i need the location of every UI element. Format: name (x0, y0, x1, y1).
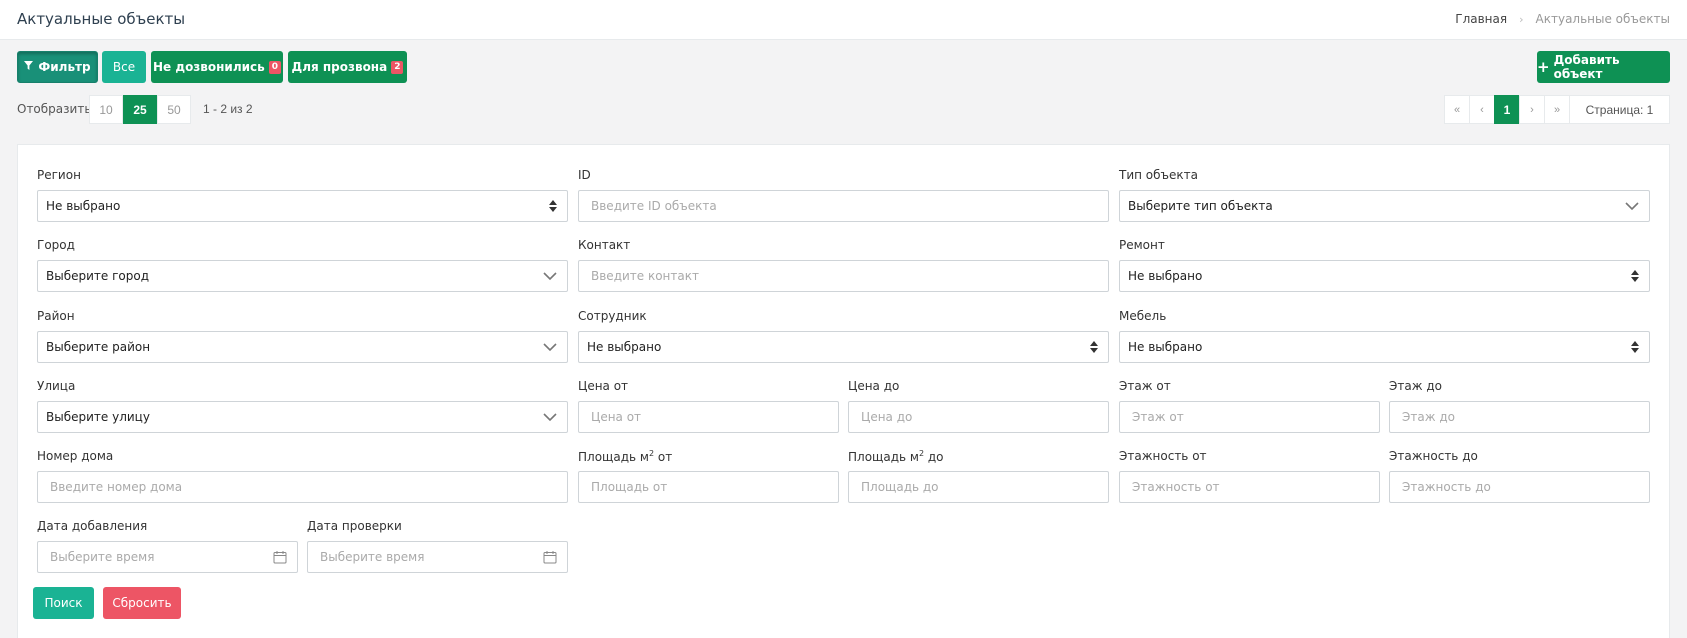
floors-from-label: Этажность от (1119, 449, 1207, 463)
price-to-label: Цена до (848, 379, 900, 393)
district-label: Район (37, 309, 75, 323)
no-call-count-badge: 0 (268, 60, 281, 74)
date-checked-input[interactable]: Выберите время (307, 541, 568, 573)
id-label: ID (578, 168, 591, 182)
to-call-count-badge: 2 (391, 60, 404, 74)
chevron-down-icon (543, 343, 557, 352)
contact-input[interactable]: Введите контакт (578, 260, 1109, 292)
sort-caret-icon (549, 200, 557, 213)
pagination: « ‹ 1 › » Страница: 1 (1444, 95, 1670, 124)
floors-to-label: Этажность до (1389, 449, 1478, 463)
furniture-label: Мебель (1119, 309, 1167, 323)
region-label: Регион (37, 168, 81, 182)
page-header: Актуальные объекты Главная › Актуальные … (0, 0, 1687, 40)
street-label: Улица (37, 379, 76, 393)
chevron-down-icon (543, 413, 557, 422)
city-label: Город (37, 238, 75, 252)
date-added-placeholder: Выберите время (50, 550, 155, 564)
employee-label: Сотрудник (578, 309, 647, 323)
add-object-button-label: Добавить объект (1553, 53, 1620, 81)
date-checked-label: Дата проверки (307, 519, 402, 533)
page-1-button[interactable]: 1 (1494, 95, 1520, 124)
repair-label: Ремонт (1119, 238, 1165, 252)
furniture-select-value: Не выбрано (1128, 340, 1203, 354)
district-select[interactable]: Выберите район (37, 331, 568, 363)
to-call-button-label: Для прозвона (291, 60, 388, 74)
reset-button[interactable]: Сбросить (103, 587, 181, 619)
price-from-label: Цена от (578, 379, 629, 393)
no-call-button-label: Не дозвонились (153, 60, 265, 74)
id-input[interactable]: Введите ID объекта (578, 190, 1109, 222)
floor-from-input[interactable]: Этаж от (1119, 401, 1380, 433)
sort-caret-icon (1631, 270, 1639, 283)
object-type-select-value: Выберите тип объекта (1128, 199, 1273, 213)
sort-caret-icon (1631, 341, 1639, 354)
floors-from-input[interactable]: Этажность от (1119, 471, 1380, 503)
breadcrumb-separator-icon: › (1519, 12, 1524, 26)
page-title: Актуальные объекты (17, 10, 186, 28)
date-added-input[interactable]: Выберите время (37, 541, 298, 573)
funnel-icon (24, 61, 34, 73)
house-number-label: Номер дома (37, 449, 114, 463)
floors-to-input[interactable]: Этажность до (1389, 471, 1650, 503)
date-added-label: Дата добавления (37, 519, 148, 533)
district-select-value: Выберите район (46, 340, 151, 354)
street-select[interactable]: Выберите улицу (37, 401, 568, 433)
floor-from-label: Этаж от (1119, 379, 1171, 393)
page-size-10[interactable]: 10 (89, 95, 123, 124)
region-select[interactable]: Не выбрано (37, 190, 568, 222)
chevron-down-icon (543, 272, 557, 281)
furniture-select[interactable]: Не выбрано (1119, 331, 1650, 363)
repair-select-value: Не выбрано (1128, 269, 1203, 283)
calendar-icon (543, 551, 557, 564)
area-to-input[interactable]: Площадь до (848, 471, 1109, 503)
page-size-50[interactable]: 50 (157, 95, 191, 124)
area-to-label: Площадь м2 до (848, 449, 944, 464)
all-button[interactable]: Все (102, 51, 146, 83)
to-call-button[interactable]: Для прозвона 2 (288, 51, 407, 83)
price-to-input[interactable]: Цена до (848, 401, 1109, 433)
object-type-select[interactable]: Выберите тип объекта (1119, 190, 1650, 222)
city-select[interactable]: Выберите город (37, 260, 568, 292)
calendar-icon (273, 551, 287, 564)
filter-button-label: Фильтр (38, 60, 91, 74)
next-page-button[interactable]: › (1519, 95, 1545, 124)
search-button[interactable]: Поиск (33, 587, 94, 619)
result-range: 1 - 2 из 2 (203, 102, 253, 116)
city-select-value: Выберите город (46, 269, 149, 283)
first-page-button[interactable]: « (1444, 95, 1470, 124)
page-size-label: Отобразить: (17, 102, 96, 116)
breadcrumb-current: Актуальные объекты (1535, 12, 1670, 26)
repair-select[interactable]: Не выбрано (1119, 260, 1650, 292)
floor-to-input[interactable]: Этаж до (1389, 401, 1650, 433)
price-from-input[interactable]: Цена от (578, 401, 839, 433)
page-indicator: Страница: 1 (1569, 95, 1670, 124)
prev-page-button[interactable]: ‹ (1469, 95, 1495, 124)
page-size-25[interactable]: 25 (123, 95, 157, 124)
area-from-label: Площадь м2 от (578, 449, 673, 464)
region-select-value: Не выбрано (46, 199, 121, 213)
date-checked-placeholder: Выберите время (320, 550, 425, 564)
breadcrumb-home-link[interactable]: Главная (1455, 12, 1507, 26)
filter-button[interactable]: Фильтр (17, 51, 98, 83)
breadcrumb: Главная › Актуальные объекты (1455, 12, 1670, 26)
street-select-value: Выберите улицу (46, 410, 150, 424)
no-call-button[interactable]: Не дозвонились 0 (151, 51, 283, 83)
floor-to-label: Этаж до (1389, 379, 1442, 393)
add-object-button[interactable]: + Добавить объект (1537, 51, 1670, 83)
last-page-button[interactable]: » (1544, 95, 1570, 124)
contact-label: Контакт (578, 238, 631, 252)
object-type-label: Тип объекта (1119, 168, 1198, 182)
sort-caret-icon (1090, 341, 1098, 354)
plus-icon: + (1537, 58, 1550, 76)
house-number-input[interactable]: Введите номер дома (37, 471, 568, 503)
employee-select-value: Не выбрано (587, 340, 662, 354)
area-from-input[interactable]: Площадь от (578, 471, 839, 503)
employee-select[interactable]: Не выбрано (578, 331, 1109, 363)
chevron-down-icon (1625, 202, 1639, 211)
